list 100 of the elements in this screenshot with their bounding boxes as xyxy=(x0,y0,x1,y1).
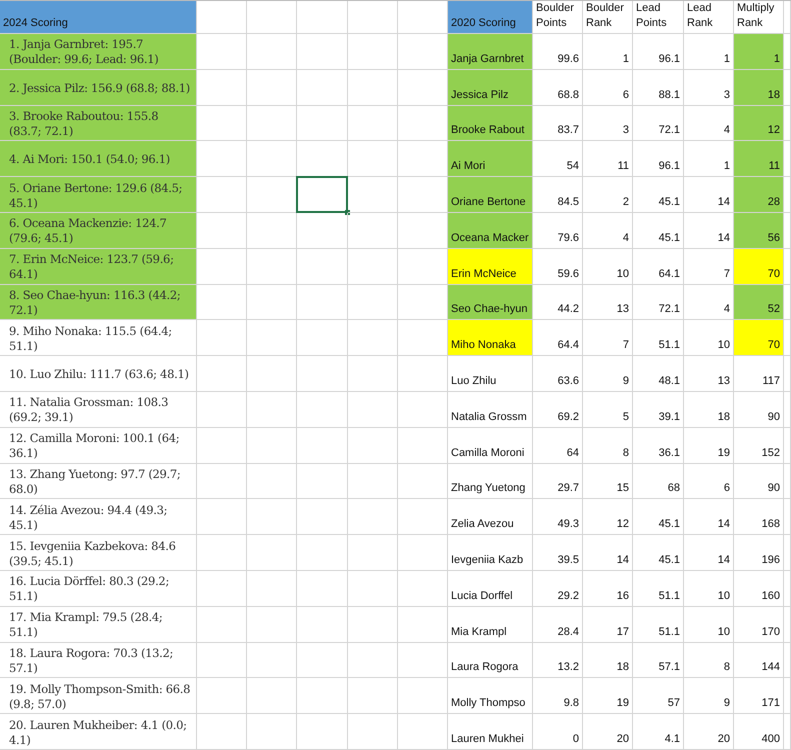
table-cell: 70 xyxy=(734,320,784,356)
table-cell: 8 xyxy=(583,428,633,464)
empty-cell xyxy=(348,464,398,500)
table-cell: 72.1 xyxy=(633,284,684,320)
empty-cell xyxy=(297,678,348,714)
table-cell: 16 xyxy=(583,570,633,607)
empty-cell xyxy=(297,70,348,106)
empty-cell xyxy=(247,714,297,750)
table-cell: 5 xyxy=(583,392,633,428)
empty-cell xyxy=(247,428,297,464)
table-cell: 4 xyxy=(583,212,633,249)
table-cell: Molly Thompso xyxy=(448,678,533,714)
table-cell: 12. Camilla Moroni: 100.1 (64; 36.1) xyxy=(0,428,197,464)
table-cell: 28 xyxy=(734,177,784,213)
empty-cell xyxy=(348,106,398,142)
table-cell: 83.7 xyxy=(533,106,583,142)
table-cell: 15. Ievgeniia Kazbekova: 84.6 (39.5; 45.1) xyxy=(0,535,197,571)
empty-cell xyxy=(348,714,398,750)
empty-cell xyxy=(247,70,297,106)
table-cell: 44.2 xyxy=(533,284,583,320)
table-cell: 5. Oriane Bertone: 129.6 (84.5; 45.1) xyxy=(0,177,197,213)
empty-cell xyxy=(398,714,448,750)
empty-cell xyxy=(348,70,398,106)
empty-cell xyxy=(348,678,398,714)
empty-cell xyxy=(398,499,448,536)
table-cell: 4. Ai Mori: 150.1 (54.0; 96.1) xyxy=(0,141,197,178)
table-cell: 0 xyxy=(533,714,583,750)
empty-cell xyxy=(247,1,297,34)
table-cell: 63.6 xyxy=(533,356,583,392)
empty-cell xyxy=(348,642,398,678)
table-cell: Ai Mori xyxy=(448,141,533,178)
table-cell: 1 xyxy=(734,34,784,70)
empty-cell xyxy=(297,499,348,536)
table-cell: 9 xyxy=(684,678,734,714)
table-cell: Oriane Bertone xyxy=(448,177,533,213)
table-cell: 4.1 xyxy=(633,714,684,750)
empty-cell xyxy=(348,34,398,70)
table-cell: 68 xyxy=(633,464,684,500)
table-cell: 18 xyxy=(684,392,734,428)
empty-cell xyxy=(398,642,448,678)
table-cell: 14 xyxy=(684,499,734,536)
table-cell: 7. Erin McNeice: 123.7 (59.6; 64.1) xyxy=(0,248,197,285)
table-cell: Seo Chae-hyun xyxy=(448,284,533,320)
empty-cell xyxy=(197,570,247,607)
table-cell: 7 xyxy=(583,320,633,356)
empty-cell xyxy=(197,499,247,536)
table-cell: 57.1 xyxy=(633,642,684,678)
empty-cell xyxy=(398,570,448,607)
empty-cell xyxy=(348,392,398,428)
table-cell: Laura Rogora xyxy=(448,642,533,678)
table-cell: 171 xyxy=(734,678,784,714)
empty-cell xyxy=(348,570,398,607)
empty-cell xyxy=(297,392,348,428)
table-cell: 152 xyxy=(734,428,784,464)
empty-cell xyxy=(247,642,297,678)
table-cell: Zelia Avezou xyxy=(448,499,533,536)
empty-cell xyxy=(297,570,348,607)
table-cell: 19 xyxy=(684,428,734,464)
table-cell: Erin McNeice xyxy=(448,248,533,285)
empty-cell xyxy=(348,141,398,178)
table-cell: 36.1 xyxy=(633,428,684,464)
table-cell: 51.1 xyxy=(633,320,684,356)
empty-cell xyxy=(247,356,297,392)
table-cell: 9.8 xyxy=(533,678,583,714)
table-cell: 12 xyxy=(583,499,633,536)
column-header: Lead Rank xyxy=(684,1,734,34)
table-cell: 79.6 xyxy=(533,212,583,249)
table-cell: 13. Zhang Yuetong: 97.7 (29.7; 68.0) xyxy=(0,464,197,500)
table-cell: 8 xyxy=(684,642,734,678)
table-cell: 59.6 xyxy=(533,248,583,285)
empty-cell xyxy=(297,642,348,678)
table-cell: 99.6 xyxy=(533,34,583,70)
table-cell: 18. Laura Rogora: 70.3 (13.2; 57.1) xyxy=(0,642,197,678)
table-cell: 11 xyxy=(734,141,784,178)
table-cell: 52 xyxy=(734,284,784,320)
empty-cell xyxy=(297,248,348,285)
table-cell: 45.1 xyxy=(633,535,684,571)
empty-cell xyxy=(398,464,448,500)
table-cell: 56 xyxy=(734,212,784,249)
table-cell: 39.1 xyxy=(633,392,684,428)
table-cell: 90 xyxy=(734,392,784,428)
table-cell: 170 xyxy=(734,606,784,643)
table-cell: 29.2 xyxy=(533,570,583,607)
table-cell: 168 xyxy=(734,499,784,536)
table-cell: 19. Molly Thompson-Smith: 66.8 (9.8; 57.0) xyxy=(0,678,197,714)
table-cell: 29.7 xyxy=(533,464,583,500)
empty-cell xyxy=(297,1,348,34)
empty-cell xyxy=(348,606,398,643)
table-cell: Zhang Yuetong xyxy=(448,464,533,500)
empty-cell xyxy=(247,320,297,356)
table-cell: 51.1 xyxy=(633,570,684,607)
table-cell: 160 xyxy=(734,570,784,607)
empty-cell xyxy=(197,428,247,464)
empty-cell xyxy=(247,464,297,500)
table-cell: 19 xyxy=(583,678,633,714)
empty-cell xyxy=(197,714,247,750)
empty-cell xyxy=(247,248,297,285)
table-cell: 144 xyxy=(734,642,784,678)
empty-cell xyxy=(398,606,448,643)
empty-cell xyxy=(197,678,247,714)
